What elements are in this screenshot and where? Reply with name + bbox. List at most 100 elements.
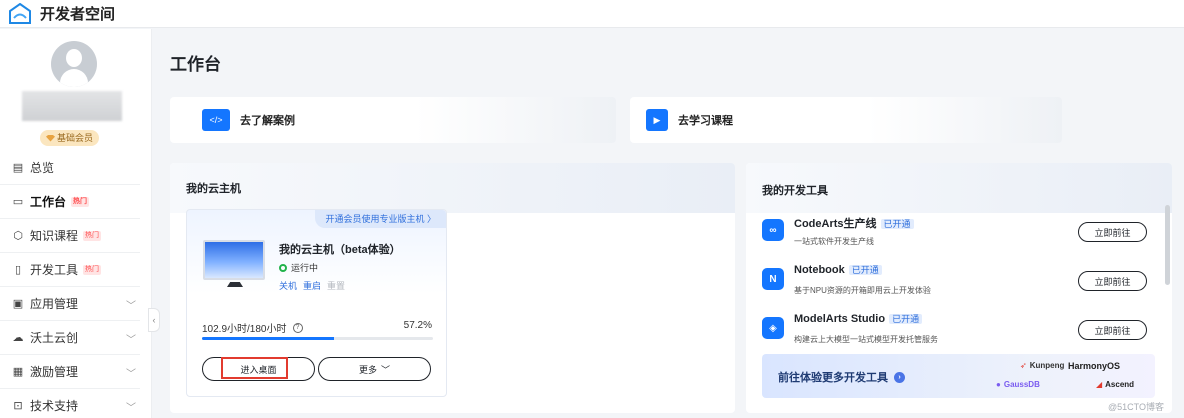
- cloud-create-icon: ☁: [12, 332, 24, 344]
- sidebar-item-label: 沃土云创: [30, 331, 79, 345]
- sidebar-item-label: 激励管理: [30, 365, 79, 379]
- tools-icon: ▯: [14, 264, 22, 276]
- quick-link-courses[interactable]: ▶ 去学习课程: [630, 97, 1062, 143]
- usage-percent: 57.2%: [403, 320, 432, 331]
- hot-badge: 热门: [83, 230, 102, 241]
- enter-desktop-button[interactable]: 进入桌面: [202, 357, 315, 381]
- status-label: 运行中: [291, 263, 319, 273]
- sidebar-item-label: 总览: [30, 161, 55, 175]
- codearts-icon: ∞: [762, 219, 784, 241]
- quick-link-label: 去学习课程: [678, 115, 733, 127]
- usage-progress-bar: [202, 337, 433, 340]
- sidebar-item-label: 知识课程: [30, 229, 79, 243]
- sidebar: 基础会员 ▤ 总览 ▭ 工作台 热门 ⬡ 知识课程 热门 ▯ 开发工具 热门 ▣…: [0, 29, 152, 418]
- cloud-host-title: 我的云主机: [186, 183, 241, 195]
- chevron-down-icon: ﹀: [126, 403, 136, 414]
- cloud-host-name: 我的云主机（beta体验）: [279, 244, 401, 256]
- running-status-icon: [279, 263, 287, 272]
- quick-link-label: 去了解案例: [240, 115, 295, 127]
- sidebar-item-app-manage[interactable]: ▣ 应用管理 ﹀: [0, 287, 140, 321]
- dev-tool-codearts: ∞ CodeArts生产线 已开通 一站式软件开发生产线 立即前往: [762, 215, 1162, 255]
- tool-desc: 构建云上大模型一站式模型开发托管服务: [794, 335, 938, 344]
- dev-tool-modelarts: ◈ ModelArts Studio 已开通 构建云上大模型一站式模型开发托管服务…: [762, 313, 1162, 353]
- usage-progress-fill: [202, 337, 335, 340]
- watermark: @51CTO博客: [1108, 402, 1164, 412]
- upgrade-member-link[interactable]: 开通会员使用专业版主机 〉: [315, 210, 446, 228]
- arrow-right-icon: ›: [894, 371, 905, 383]
- sidebar-item-dev-tools[interactable]: ▯ 开发工具 热门: [0, 253, 140, 287]
- sidebar-item-overview[interactable]: ▤ 总览: [0, 151, 140, 185]
- workbench-icon: ▭: [12, 196, 24, 208]
- incentive-icon: ▦: [12, 366, 24, 378]
- tool-name: Notebook 已开通: [794, 264, 882, 276]
- chevron-left-icon: ‹: [152, 315, 156, 325]
- more-label: 更多: [358, 364, 377, 375]
- enter-desktop-label: 进入桌面: [240, 364, 277, 375]
- cloud-host-actions: 关机 重启 重置: [279, 279, 345, 292]
- video-course-icon: ▶: [646, 109, 668, 131]
- restart-link[interactable]: 重启: [303, 279, 321, 292]
- help-icon[interactable]: ?: [292, 322, 303, 333]
- hot-badge: 热门: [83, 264, 102, 275]
- developer-space-logo[interactable]: [8, 2, 32, 25]
- more-dev-tools-banner[interactable]: 前往体验更多开发工具 › ➶ Kunpeng HarmonyOS ● GaussDB…: [762, 354, 1155, 398]
- top-bar: 开发者空间: [0, 0, 1184, 28]
- tool-name: CodeArts生产线 已开通: [794, 215, 914, 231]
- hot-badge: 热门: [71, 196, 90, 207]
- sidebar-item-label: 技术支持: [30, 399, 79, 413]
- cloud-host-status: 运行中: [279, 261, 318, 274]
- username-blurred: [22, 91, 122, 121]
- chevron-down-icon: ﹀: [126, 369, 136, 380]
- harmonyos-logo: HarmonyOS: [1068, 361, 1121, 371]
- go-notebook-button[interactable]: 立即前往: [1078, 271, 1147, 291]
- gem-icon: [46, 134, 55, 142]
- member-badge: 基础会员: [40, 130, 100, 146]
- notebook-icon: N: [762, 268, 784, 290]
- kunpeng-logo: ➶ Kunpeng: [1020, 361, 1065, 370]
- app-title: 开发者空间: [40, 6, 116, 23]
- sidebar-item-label: 应用管理: [30, 297, 79, 311]
- shutdown-link[interactable]: 关机: [279, 279, 297, 292]
- cloud-host-card: 开通会员使用专业版主机 〉 我的云主机（beta体验） 运行中 关机 重启 重置…: [186, 209, 447, 397]
- sidebar-collapse-button[interactable]: ‹: [148, 308, 160, 332]
- course-icon: ⬡: [13, 230, 23, 242]
- more-button[interactable]: 更多 ﹀: [318, 357, 431, 381]
- sidebar-item-courses[interactable]: ⬡ 知识课程 热门: [0, 219, 140, 253]
- usage-hours: 102.9小时/180小时 ?: [202, 320, 303, 335]
- go-modelarts-button[interactable]: 立即前往: [1078, 320, 1147, 340]
- avatar[interactable]: [51, 41, 97, 87]
- chevron-down-icon: ﹀: [126, 301, 136, 312]
- sidebar-item-label: 开发工具: [30, 263, 79, 277]
- more-tools-label: 前往体验更多开发工具 ›: [778, 369, 905, 385]
- gaussdb-logo: ● GaussDB: [996, 380, 1040, 389]
- tools-scrollbar[interactable]: [1165, 205, 1170, 285]
- enabled-badge: 已开通: [848, 265, 882, 275]
- sidebar-item-incentive[interactable]: ▦ 激励管理 ﹀: [0, 355, 140, 389]
- chevron-down-icon: ﹀: [126, 335, 136, 346]
- tool-name: ModelArts Studio 已开通: [794, 313, 923, 325]
- app-manage-icon: ▣: [12, 298, 24, 310]
- chevron-down-icon: ﹀: [381, 364, 391, 375]
- sidebar-item-workbench[interactable]: ▭ 工作台 热门: [0, 185, 140, 219]
- tool-desc: 一站式软件开发生产线: [794, 237, 874, 246]
- member-badge-label: 基础会员: [57, 133, 94, 143]
- tool-desc: 基于NPU资源的开箱即用云上开发体验: [794, 286, 931, 295]
- quick-link-cases[interactable]: </> 去了解案例: [170, 97, 616, 143]
- enabled-badge: 已开通: [880, 219, 914, 229]
- sidebar-item-cloud-create[interactable]: ☁ 沃土云创 ﹀: [0, 321, 140, 355]
- dev-tool-notebook: N Notebook 已开通 基于NPU资源的开箱即用云上开发体验 立即前往: [762, 264, 1162, 304]
- usage-hours-text: 102.9小时/180小时: [202, 324, 287, 335]
- support-icon: ⊡: [13, 400, 23, 412]
- enabled-badge: 已开通: [889, 314, 923, 324]
- overview-icon: ▤: [12, 162, 24, 174]
- sidebar-item-support[interactable]: ⊡ 技术支持 ﹀: [0, 389, 140, 418]
- dev-tools-title: 我的开发工具: [762, 185, 828, 197]
- sidebar-item-label: 工作台: [30, 195, 67, 209]
- page-title: 工作台: [170, 55, 221, 74]
- go-codearts-button[interactable]: 立即前往: [1078, 222, 1147, 242]
- sidebar-nav: ▤ 总览 ▭ 工作台 热门 ⬡ 知识课程 热门 ▯ 开发工具 热门 ▣ 应用管理…: [0, 151, 140, 418]
- modelarts-icon: ◈: [762, 317, 784, 339]
- reset-link: 重置: [327, 281, 346, 291]
- desktop-monitor-icon: [203, 240, 265, 280]
- code-case-icon: </>: [202, 109, 230, 131]
